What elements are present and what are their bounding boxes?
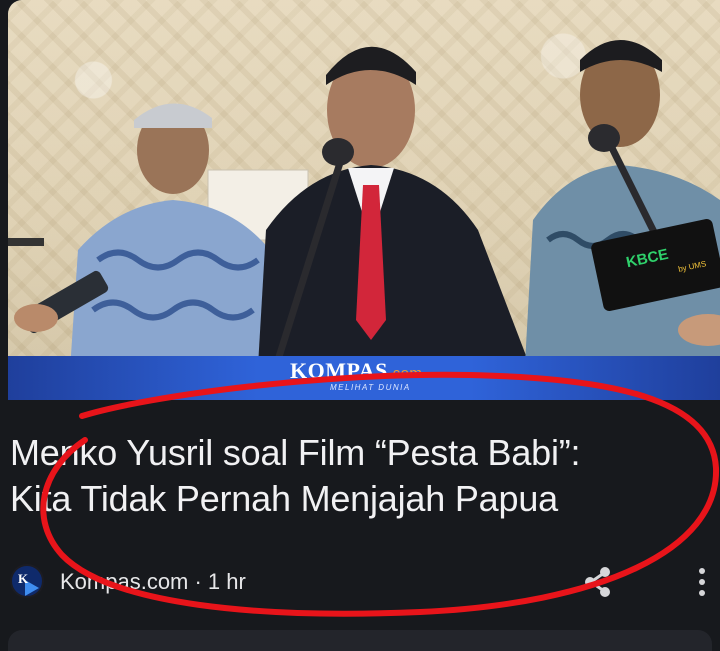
article-photo[interactable]: KBCE by UMS: [8, 0, 720, 400]
source-logo-icon[interactable]: K: [10, 564, 44, 598]
more-options-button[interactable]: [688, 565, 716, 601]
source-logo-letter: K: [18, 571, 29, 586]
photo-illustration: [8, 40, 720, 400]
source-meta[interactable]: Kompas.com · 1 hr: [60, 569, 246, 595]
headline-line-2: Kita Tidak Pernah Menjajah Papua: [10, 478, 558, 519]
share-button[interactable]: [580, 564, 616, 600]
watermark-tagline: MELIHAT DUNIA: [330, 383, 411, 392]
article-headline[interactable]: Menko Yusril soal Film “Pesta Babi”: Kit…: [10, 430, 710, 522]
share-icon: [585, 567, 610, 597]
news-card[interactable]: KBCE by UMS KOMPAS.com MELIHAT DUNIA Men…: [0, 0, 720, 651]
watermark-suffix: .com: [387, 365, 423, 382]
next-card-edge[interactable]: [8, 630, 712, 651]
more-vertical-icon: [688, 568, 716, 596]
watermark-logo: KOMPAS.com: [290, 358, 422, 384]
watermark-brand: KOMPAS: [290, 358, 388, 383]
headline-line-1: Menko Yusril soal Film “Pesta Babi”:: [10, 432, 581, 473]
